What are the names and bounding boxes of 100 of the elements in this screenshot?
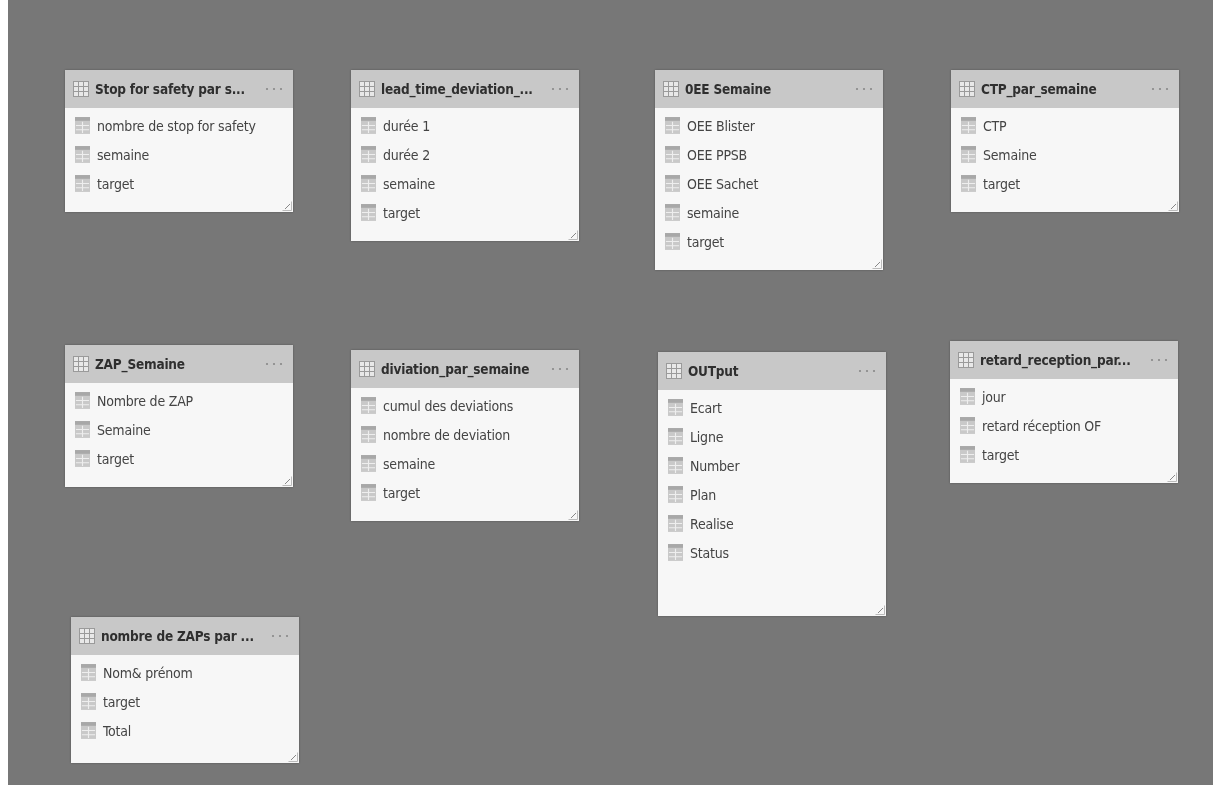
field-item[interactable]: target xyxy=(655,227,883,256)
more-icon[interactable] xyxy=(1151,87,1169,91)
field-icon xyxy=(961,175,976,192)
field-item[interactable]: OEE Blister xyxy=(655,111,883,140)
resize-grip-icon[interactable] xyxy=(872,259,882,269)
more-icon[interactable] xyxy=(1150,358,1168,362)
table-card[interactable]: CTP_par_semaine CTP Semaine target xyxy=(951,70,1179,212)
table-title: lead_time_deviation_... xyxy=(381,81,534,97)
table-title: OUTput xyxy=(688,363,740,379)
field-icon xyxy=(361,455,376,472)
field-icon xyxy=(361,484,376,501)
field-item[interactable]: Nom& prénom xyxy=(71,658,299,687)
field-icon xyxy=(75,117,90,134)
table-title: diviation_par_semaine xyxy=(381,361,531,377)
field-icon xyxy=(668,428,683,445)
table-title: ZAP_Semaine xyxy=(95,356,186,372)
field-icon xyxy=(665,117,680,134)
field-item[interactable]: semaine xyxy=(351,449,579,478)
field-item[interactable]: Number xyxy=(658,451,886,480)
field-item[interactable]: durée 2 xyxy=(351,140,579,169)
resize-grip-icon[interactable] xyxy=(282,201,292,211)
field-item[interactable]: Realise xyxy=(658,509,886,538)
field-item[interactable]: Status xyxy=(658,538,886,567)
resize-grip-icon[interactable] xyxy=(288,752,298,762)
field-item[interactable]: Nombre de ZAP xyxy=(65,386,293,415)
field-item[interactable]: target xyxy=(951,169,1179,198)
field-icon xyxy=(81,693,96,710)
field-item[interactable]: target xyxy=(351,198,579,227)
field-icon xyxy=(960,417,975,434)
field-icon xyxy=(75,146,90,163)
table-icon xyxy=(73,81,89,97)
field-item[interactable]: target xyxy=(950,440,1178,469)
field-icon xyxy=(668,399,683,416)
field-icon xyxy=(665,233,680,250)
more-icon[interactable] xyxy=(271,634,289,638)
more-icon[interactable] xyxy=(265,87,283,91)
table-icon xyxy=(73,356,89,372)
field-icon xyxy=(75,450,90,467)
more-icon[interactable] xyxy=(265,362,283,366)
table-card[interactable]: nombre de ZAPs par ... Nom& prénom target Total xyxy=(71,617,299,763)
field-item[interactable]: Ecart xyxy=(658,393,886,422)
field-icon xyxy=(361,117,376,134)
resize-grip-icon[interactable] xyxy=(568,510,578,520)
table-card[interactable]: lead_time_deviation_... durée 1 durée 2 semaine target xyxy=(351,70,579,241)
table-card[interactable]: ZAP_Semaine Nombre de ZAP Semaine target xyxy=(65,345,293,487)
more-icon[interactable] xyxy=(551,367,569,371)
field-icon xyxy=(668,515,683,532)
field-item[interactable]: Ligne xyxy=(658,422,886,451)
table-title: 0EE Semaine xyxy=(685,81,772,97)
field-item[interactable]: durée 1 xyxy=(351,111,579,140)
field-item[interactable]: target xyxy=(71,687,299,716)
field-item[interactable]: CTP xyxy=(951,111,1179,140)
field-icon xyxy=(361,426,376,443)
field-icon xyxy=(668,486,683,503)
field-item[interactable]: jour xyxy=(950,382,1178,411)
resize-grip-icon[interactable] xyxy=(1167,472,1177,482)
field-icon xyxy=(361,146,376,163)
more-icon[interactable] xyxy=(858,369,876,373)
field-item[interactable]: nombre de stop for safety xyxy=(65,111,293,140)
table-icon xyxy=(666,363,682,379)
field-item[interactable]: semaine xyxy=(65,140,293,169)
field-item[interactable]: Semaine xyxy=(65,415,293,444)
field-icon xyxy=(81,664,96,681)
table-title: Stop for safety par s... xyxy=(95,81,246,97)
field-icon xyxy=(961,117,976,134)
field-item[interactable]: target xyxy=(65,169,293,198)
field-icon xyxy=(75,421,90,438)
table-card[interactable]: 0EE Semaine OEE Blister OEE PPSB OEE Sachet semaine target xyxy=(655,70,883,270)
field-item[interactable]: Total xyxy=(71,716,299,745)
resize-grip-icon[interactable] xyxy=(568,230,578,240)
field-icon xyxy=(668,544,683,561)
field-icon xyxy=(361,204,376,221)
table-card[interactable]: Stop for safety par s... nombre de stop for safety semaine target xyxy=(65,70,293,212)
field-item[interactable]: retard réception OF xyxy=(950,411,1178,440)
field-item[interactable]: OEE Sachet xyxy=(655,169,883,198)
field-item[interactable]: semaine xyxy=(655,198,883,227)
field-item[interactable]: cumul des deviations xyxy=(351,391,579,420)
table-card[interactable]: retard_reception_par... jour retard réception OF target xyxy=(950,341,1178,483)
field-item[interactable]: Semaine xyxy=(951,140,1179,169)
field-item[interactable]: nombre de deviation xyxy=(351,420,579,449)
field-item[interactable]: target xyxy=(351,478,579,507)
more-icon[interactable] xyxy=(855,87,873,91)
field-icon xyxy=(81,722,96,739)
field-icon xyxy=(665,175,680,192)
resize-grip-icon[interactable] xyxy=(282,476,292,486)
table-card[interactable]: diviation_par_semaine cumul des deviations nombre de deviation semaine target xyxy=(351,350,579,521)
table-card[interactable]: OUTput Ecart Ligne Number Plan Realise Status xyxy=(658,352,886,616)
field-icon xyxy=(961,146,976,163)
field-icon xyxy=(75,392,90,409)
field-item[interactable]: Plan xyxy=(658,480,886,509)
more-icon[interactable] xyxy=(551,87,569,91)
field-icon xyxy=(361,175,376,192)
table-title: retard_reception_par... xyxy=(980,352,1132,368)
field-item[interactable]: semaine xyxy=(351,169,579,198)
field-item[interactable]: OEE PPSB xyxy=(655,140,883,169)
field-item[interactable]: target xyxy=(65,444,293,473)
resize-grip-icon[interactable] xyxy=(1168,201,1178,211)
resize-grip-icon[interactable] xyxy=(875,605,885,615)
table-icon xyxy=(663,81,679,97)
field-icon xyxy=(665,146,680,163)
